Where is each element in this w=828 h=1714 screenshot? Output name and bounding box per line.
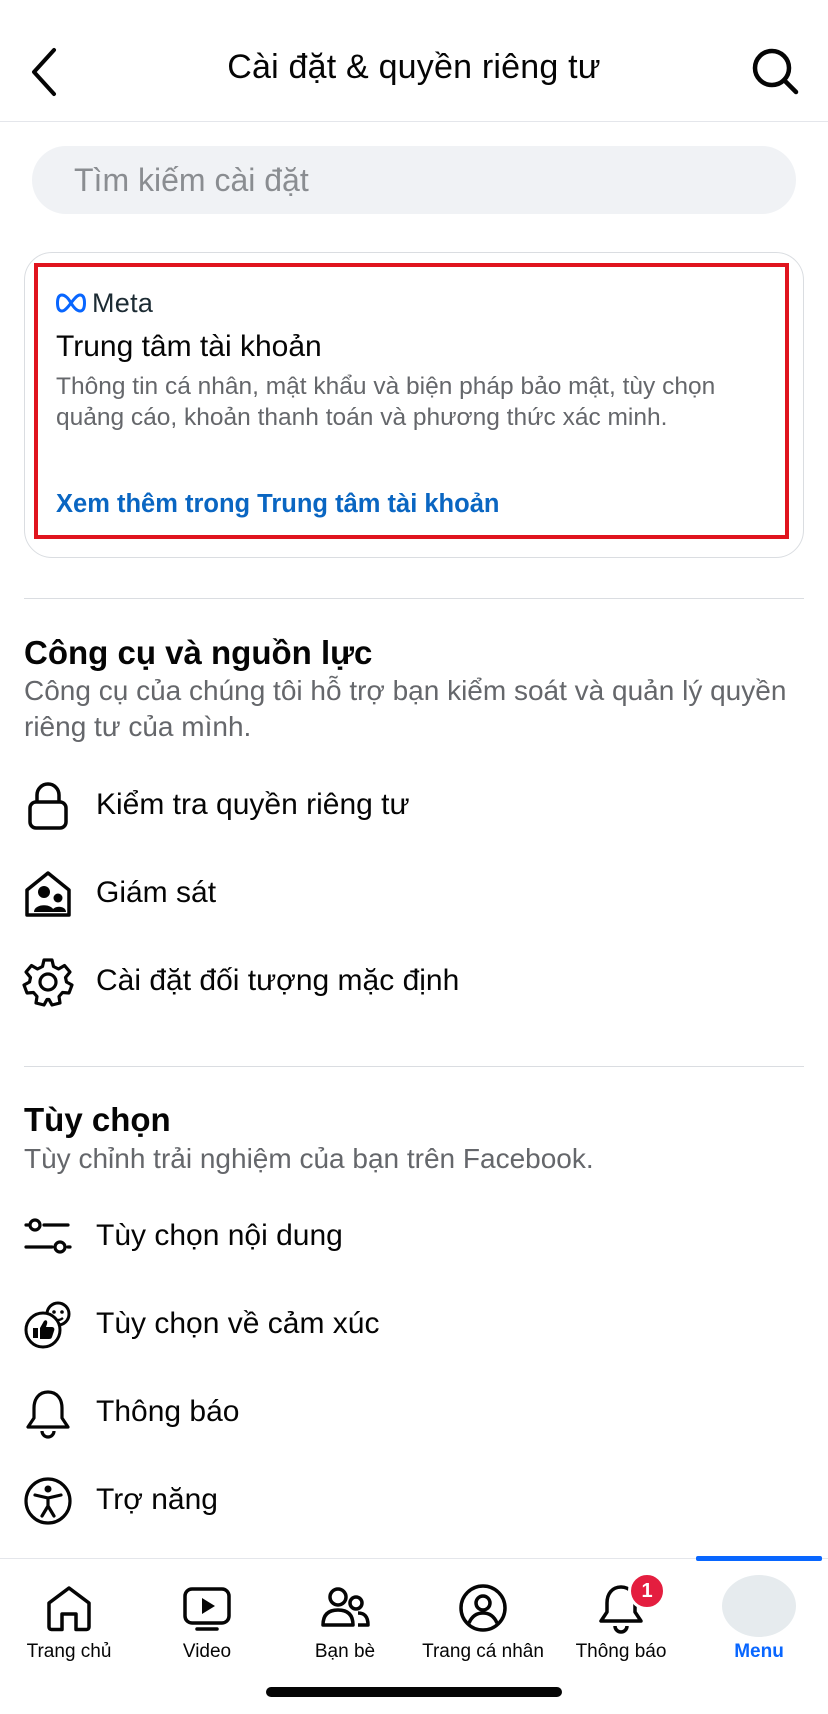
nav-label: Video bbox=[182, 1641, 232, 1662]
family-house-icon bbox=[25, 871, 71, 917]
section-divider bbox=[24, 1066, 804, 1067]
tools-section-title: Công cụ và nguồn lực bbox=[24, 634, 373, 671]
bell-icon bbox=[26, 1390, 70, 1439]
menu-item-label: Thông báo bbox=[96, 1395, 240, 1428]
section-divider bbox=[24, 598, 804, 599]
profile-icon bbox=[459, 1584, 507, 1632]
avatar bbox=[722, 1575, 796, 1637]
nav-label: Bạn bè bbox=[314, 1641, 376, 1662]
tools-section-description: Công cụ của chúng tôi hỗ trợ bạn kiểm so… bbox=[24, 675, 787, 742]
reactions-icon bbox=[24, 1301, 71, 1349]
menu-item-notifications[interactable]: Thông báo bbox=[0, 1373, 828, 1453]
menu-item-privacy-checkup[interactable]: Kiểm tra quyền riêng tư bbox=[0, 766, 828, 846]
menu-item-default-audience[interactable]: Cài đặt đối tượng mặc định bbox=[0, 942, 828, 1022]
menu-item-reaction-preferences[interactable]: Tùy chọn về cảm xúc bbox=[0, 1285, 828, 1365]
nav-tab-video[interactable]: Video bbox=[138, 1559, 276, 1669]
menu-item-label: Tùy chọn nội dung bbox=[96, 1219, 343, 1252]
accessibility-icon bbox=[24, 1477, 72, 1525]
sliders-icon bbox=[24, 1218, 72, 1254]
nav-tab-menu[interactable]: Menu bbox=[690, 1559, 828, 1669]
nav-label: Menu bbox=[734, 1641, 784, 1662]
menu-item-accessibility[interactable]: Trợ năng bbox=[0, 1461, 828, 1541]
preferences-section-title: Tùy chọn bbox=[24, 1101, 171, 1138]
nav-tab-home[interactable]: Trang chủ bbox=[0, 1559, 138, 1669]
search-button[interactable] bbox=[748, 44, 804, 100]
nav-label: Trang cá nhân bbox=[422, 1641, 544, 1662]
nav-tab-profile[interactable]: Trang cá nhân bbox=[414, 1559, 552, 1669]
menu-item-label: Cài đặt đối tượng mặc định bbox=[96, 964, 460, 997]
settings-search-bar[interactable] bbox=[32, 146, 796, 214]
notification-badge: 1 bbox=[628, 1572, 666, 1610]
preferences-section-description: Tùy chỉnh trải nghiệm của bạn trên Faceb… bbox=[24, 1143, 594, 1174]
nav-label: Trang chủ bbox=[26, 1641, 112, 1662]
nav-tab-notifications[interactable]: 1 Thông báo bbox=[552, 1559, 690, 1669]
menu-item-label: Trợ năng bbox=[96, 1483, 218, 1516]
menu-item-label: Giám sát bbox=[96, 876, 217, 909]
home-indicator bbox=[266, 1687, 562, 1697]
gear-icon bbox=[22, 958, 74, 1007]
menu-item-content-preferences[interactable]: Tùy chọn nội dung bbox=[0, 1197, 828, 1277]
friends-icon bbox=[321, 1587, 370, 1627]
account-center-title: Trung tâm tài khoản bbox=[56, 330, 322, 363]
nav-tab-friends[interactable]: Bạn bè bbox=[276, 1559, 414, 1669]
menu-item-label: Tùy chọn về cảm xúc bbox=[96, 1307, 380, 1340]
nav-label: Thông báo bbox=[575, 1641, 667, 1662]
account-center-description: Thông tin cá nhân, mật khẩu và biện pháp… bbox=[56, 373, 716, 431]
video-icon bbox=[183, 1587, 231, 1631]
search-icon bbox=[752, 48, 799, 95]
top-header: Cài đặt & quyền riêng tư bbox=[0, 0, 828, 122]
menu-item-label: Kiểm tra quyền riêng tư bbox=[96, 788, 410, 821]
meta-brand-text: Meta bbox=[92, 287, 154, 318]
lock-icon bbox=[28, 782, 68, 830]
settings-search-input[interactable] bbox=[32, 146, 796, 214]
home-icon bbox=[47, 1586, 91, 1632]
account-center-link[interactable]: Xem thêm trong Trung tâm tài khoản bbox=[56, 490, 499, 519]
menu-item-supervision[interactable]: Giám sát bbox=[0, 854, 828, 934]
meta-infinity-icon bbox=[56, 293, 86, 313]
meta-logo: Meta bbox=[56, 288, 153, 318]
page-title: Cài đặt & quyền riêng tư bbox=[227, 48, 601, 86]
